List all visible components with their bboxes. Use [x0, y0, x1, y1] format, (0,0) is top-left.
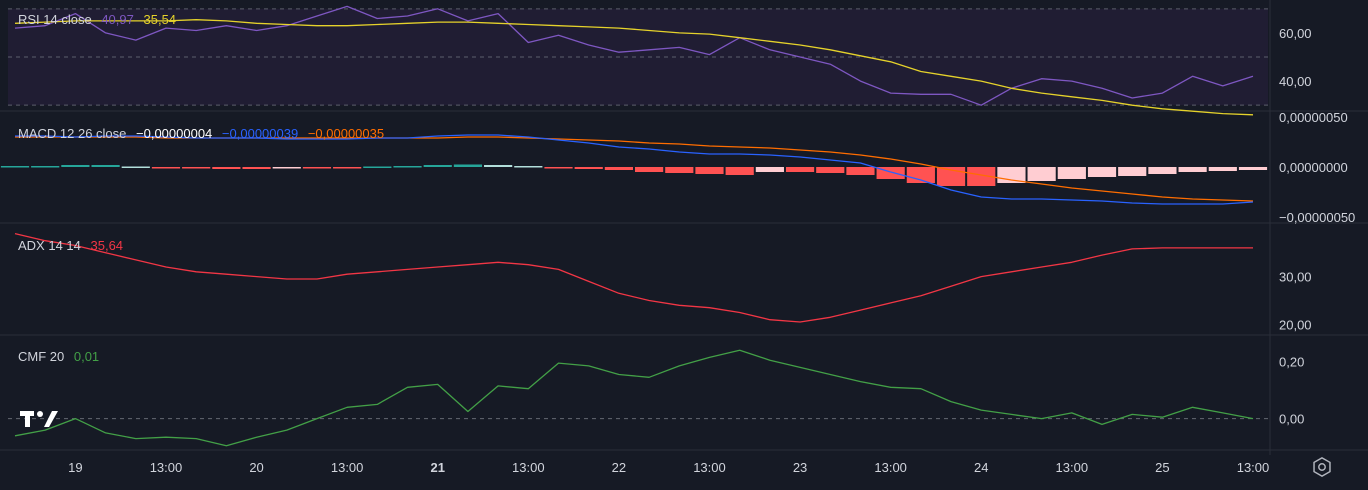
macd-histogram-bar — [393, 166, 422, 168]
adx-value: 35,64 — [90, 238, 124, 253]
cmf-line — [14, 349, 1254, 447]
cmf-tick-label: 0,00 — [1279, 412, 1304, 427]
macd-hist-value: −0,00000004 — [136, 126, 213, 141]
macd-histogram-bar — [91, 165, 120, 167]
time-axis-label: 25 — [1155, 460, 1169, 475]
macd-histogram-bar — [182, 167, 211, 169]
time-axis-label: 13:00 — [1056, 460, 1089, 475]
macd-histogram-bar — [695, 167, 724, 174]
time-axis-label: 20 — [249, 460, 263, 475]
adx-title: ADX 14 14 — [18, 238, 81, 253]
rsi-tick-label: 60,00 — [1279, 26, 1312, 41]
macd-histogram-bar — [423, 165, 452, 167]
cmf-value: 0,01 — [73, 349, 100, 364]
time-axis-label: 13:00 — [874, 460, 907, 475]
signal-value: −0,00000035 — [307, 126, 385, 141]
time-axis-label: 19 — [68, 460, 82, 475]
adx-line — [14, 232, 1253, 323]
macd-histogram-bar — [151, 167, 181, 169]
time-axis-label: 13:00 — [693, 460, 726, 475]
macd-tick-label: 0,00000000 — [1279, 160, 1348, 175]
macd-legend[interactable]: MACD 12 26 close −0,00000004 −0,00000039… — [18, 126, 390, 141]
adx-tick-label: 30,00 — [1279, 270, 1312, 285]
macd-histogram-bar — [544, 167, 573, 169]
rsi-title: RSI 14 close — [18, 12, 92, 27]
macd-histogram-bar — [755, 167, 784, 172]
macd-histogram-bar — [1208, 167, 1237, 171]
time-axis-label: 13:00 — [512, 460, 545, 475]
macd-histogram-bar — [1118, 167, 1147, 176]
macd-histogram-bar — [363, 166, 392, 168]
cmf-tick-label: 0,20 — [1279, 355, 1304, 370]
tradingview-logo[interactable] — [20, 408, 60, 430]
time-axis-label: 13:00 — [331, 460, 364, 475]
time-axis-label: 22 — [612, 460, 626, 475]
macd-histogram-bar — [574, 167, 603, 169]
macd-tick-label: −0,00000050 — [1279, 210, 1355, 225]
rsi-band — [8, 8, 1268, 106]
macd-histogram-bar — [1178, 167, 1207, 172]
macd-histogram-bar — [846, 167, 875, 175]
rsi-tick-label: 40,00 — [1279, 74, 1312, 89]
time-axis-label: 13:00 — [150, 460, 183, 475]
macd-histogram-bar — [604, 167, 633, 170]
macd-histogram-bar — [725, 167, 754, 175]
gear-icon[interactable] — [1311, 456, 1333, 478]
macd-histogram-bar — [1087, 167, 1117, 177]
macd-histogram-bar — [212, 167, 241, 169]
adx-legend[interactable]: ADX 14 14 35,64 — [18, 238, 129, 253]
rsi-legend[interactable]: RSI 14 close 40,97 35,54 — [18, 12, 182, 27]
macd-value: −0,00000039 — [221, 126, 299, 141]
chart-canvas[interactable]: 60,00 40,00 0,00000050 0,00000000 −0,0000005… — [0, 0, 1368, 490]
macd-histogram-bar — [121, 166, 150, 168]
time-axis-label: 24 — [974, 460, 988, 475]
macd-histogram-bar — [514, 166, 543, 168]
time-axis-label: 23 — [793, 460, 807, 475]
macd-histogram-bar — [1027, 167, 1056, 181]
macd-histogram-bar — [31, 166, 60, 168]
macd-histogram-bar — [61, 165, 90, 167]
macd-histogram-bar — [1057, 167, 1086, 179]
macd-histogram-bar — [242, 167, 271, 169]
rsi-ma-value: 35,54 — [143, 12, 177, 27]
cmf-title: CMF 20 — [18, 349, 65, 364]
macd-histogram-bar — [635, 167, 664, 172]
adx-tick-label: 20,00 — [1279, 317, 1312, 332]
macd-title: MACD 12 26 close — [18, 126, 127, 141]
macd-histogram-bar — [665, 167, 694, 173]
macd-histogram-bar — [484, 165, 513, 167]
cmf-legend[interactable]: CMF 20 0,01 — [18, 349, 105, 364]
time-axis-label: 13:00 — [1237, 460, 1270, 475]
macd-histogram-bar — [816, 167, 845, 173]
macd-histogram-bar — [272, 167, 301, 169]
rsi-value: 40,97 — [101, 12, 134, 27]
macd-histogram-bar — [1238, 167, 1268, 170]
macd-histogram-bar — [302, 167, 332, 169]
macd-histogram-bar — [1148, 167, 1177, 174]
time-axis-label: 21 — [430, 460, 444, 475]
macd-histogram-bar — [785, 167, 815, 172]
macd-histogram-bar — [0, 166, 30, 168]
macd-histogram-bar — [333, 167, 362, 169]
macd-tick-label: 0,00000050 — [1279, 110, 1348, 125]
macd-histogram-bar — [453, 164, 483, 167]
